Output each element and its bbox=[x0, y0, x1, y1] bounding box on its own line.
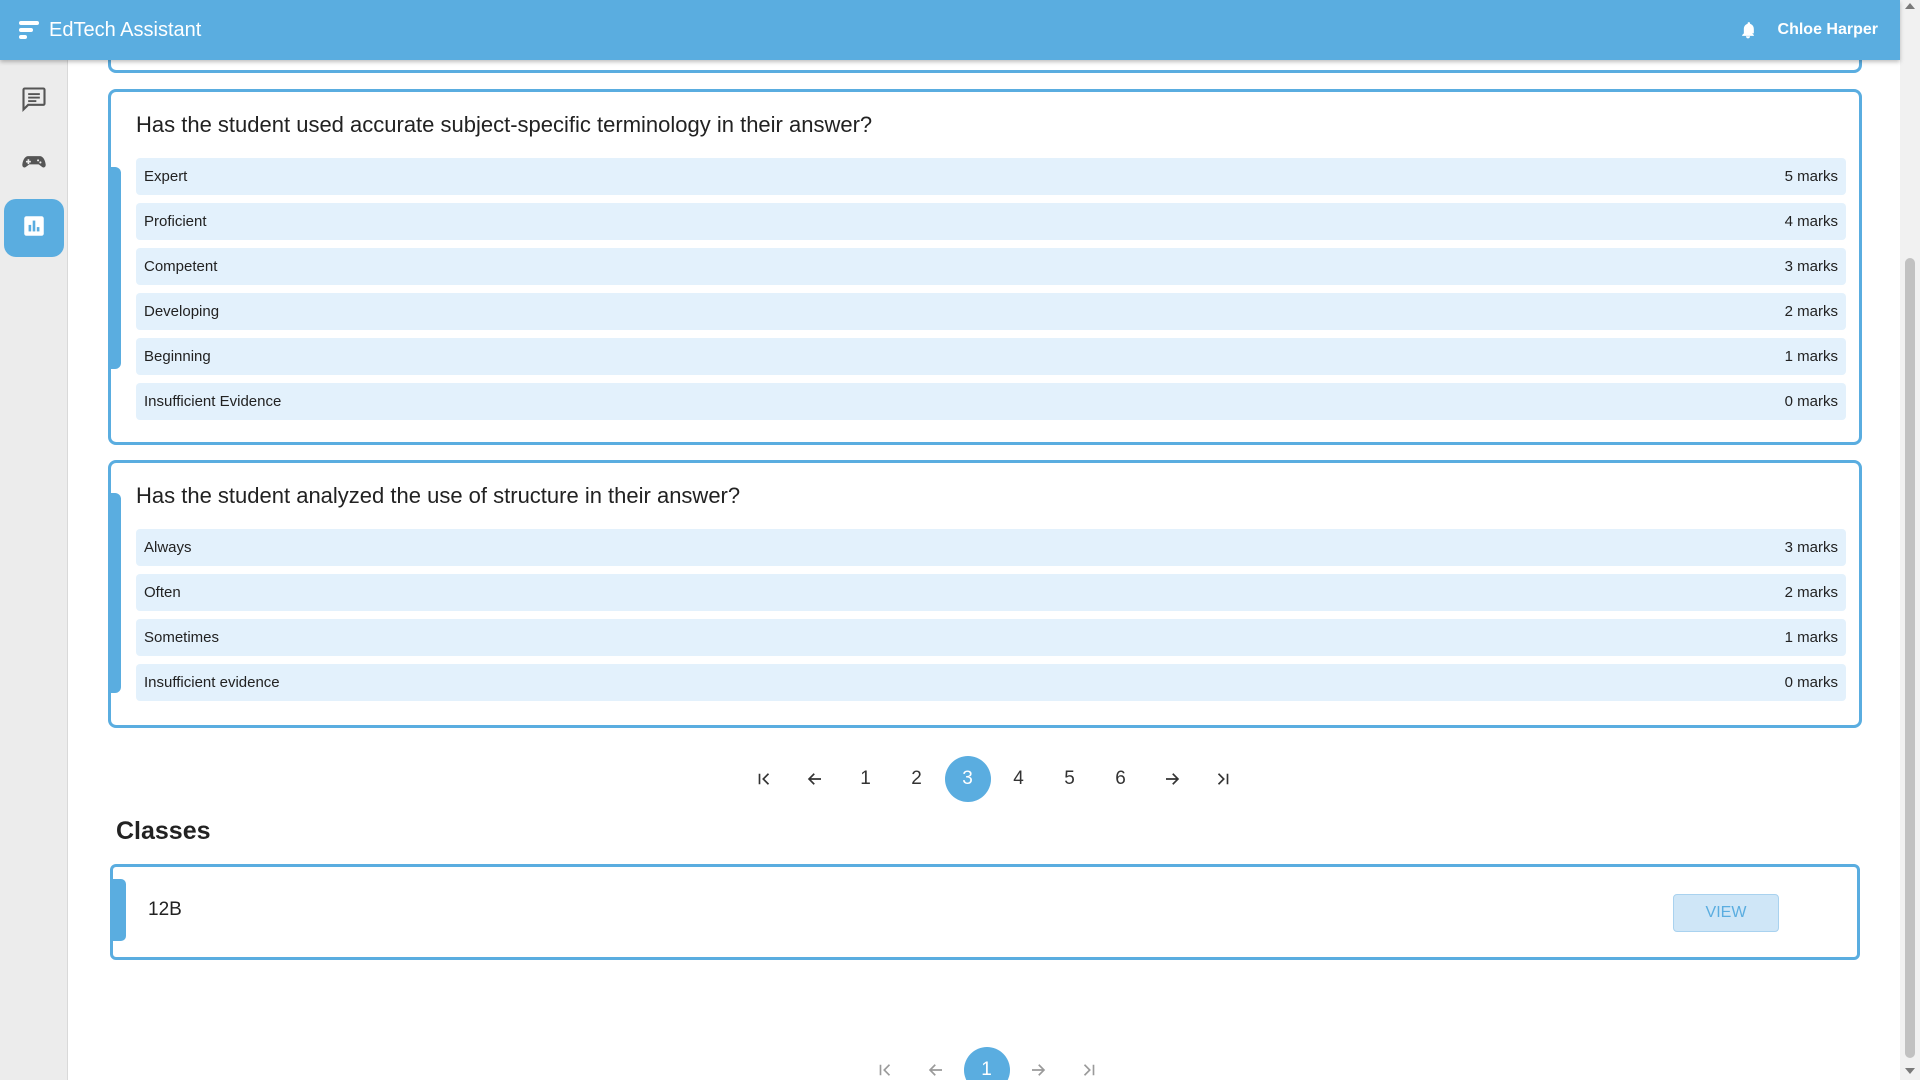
rubric-card: Has the student analyzed the use of stru… bbox=[108, 460, 1862, 728]
option-marks: 3 marks bbox=[1784, 539, 1838, 556]
rubric-option[interactable]: Always 3 marks bbox=[136, 529, 1846, 566]
rubric-option[interactable]: Sometimes 1 marks bbox=[136, 619, 1846, 656]
current-page-button[interactable]: 3 bbox=[944, 756, 991, 802]
option-label: Beginning bbox=[144, 348, 211, 365]
class-card: 12B VIEW bbox=[110, 864, 1860, 960]
page-button[interactable]: 1 bbox=[843, 756, 889, 802]
option-label: Competent bbox=[144, 258, 218, 275]
rubric-option[interactable]: Often 2 marks bbox=[136, 574, 1846, 611]
first-page-icon[interactable] bbox=[862, 1047, 908, 1080]
user-name[interactable]: Chloe Harper bbox=[1778, 21, 1878, 39]
view-class-button[interactable]: VIEW bbox=[1673, 894, 1779, 932]
option-label: Sometimes bbox=[144, 629, 220, 646]
rubric-card-previous bbox=[108, 60, 1862, 73]
scrollbar-thumb[interactable] bbox=[1905, 258, 1915, 1058]
next-page-icon[interactable] bbox=[1149, 756, 1195, 802]
option-label: Often bbox=[144, 584, 181, 601]
sidebar-nav bbox=[0, 60, 68, 1080]
rubric-option[interactable]: Developing 2 marks bbox=[136, 293, 1846, 330]
rubric-option[interactable]: Expert 5 marks bbox=[136, 158, 1846, 195]
option-marks: 4 marks bbox=[1784, 213, 1838, 230]
sidebar-item-games[interactable] bbox=[4, 135, 64, 193]
chat-icon bbox=[20, 85, 48, 118]
page-button[interactable]: 4 bbox=[996, 756, 1042, 802]
top-app-bar: EdTech Assistant Chloe Harper bbox=[0, 0, 1900, 60]
option-label: Proficient bbox=[144, 213, 207, 230]
rubric-question: Has the student used accurate subject-sp… bbox=[136, 112, 873, 137]
rubric-option[interactable]: Proficient 4 marks bbox=[136, 203, 1846, 240]
first-page-icon[interactable] bbox=[741, 756, 787, 802]
option-label: Insufficient Evidence bbox=[144, 393, 282, 410]
sidebar-item-analytics[interactable] bbox=[4, 199, 64, 257]
option-marks: 3 marks bbox=[1784, 258, 1838, 275]
vertical-scrollbar[interactable] bbox=[1900, 0, 1920, 1080]
page-button[interactable]: 6 bbox=[1098, 756, 1144, 802]
app-logo-icon bbox=[18, 19, 40, 41]
gamepad-icon bbox=[20, 148, 48, 181]
scroll-up-arrow-icon[interactable] bbox=[1905, 3, 1915, 9]
rubric-option[interactable]: Insufficient evidence 0 marks bbox=[136, 664, 1846, 701]
classes-heading: Classes bbox=[116, 817, 211, 845]
rubric-option[interactable]: Competent 3 marks bbox=[136, 248, 1846, 285]
rubric-option[interactable]: Insufficient Evidence 0 marks bbox=[136, 383, 1846, 420]
card-accent-bar bbox=[110, 167, 121, 369]
previous-page-icon[interactable] bbox=[792, 756, 838, 802]
bar-chart-icon bbox=[21, 213, 47, 244]
rubric-option[interactable]: Beginning 1 marks bbox=[136, 338, 1846, 375]
card-accent-bar bbox=[110, 493, 121, 693]
class-name: 12B bbox=[148, 899, 182, 920]
sidebar-item-chat[interactable] bbox=[4, 72, 64, 130]
card-accent-bar bbox=[112, 879, 126, 941]
last-page-icon[interactable] bbox=[1066, 1047, 1112, 1080]
last-page-icon[interactable] bbox=[1200, 756, 1246, 802]
scroll-down-arrow-icon[interactable] bbox=[1905, 1068, 1915, 1074]
option-label: Insufficient evidence bbox=[144, 674, 280, 691]
option-marks: 2 marks bbox=[1784, 584, 1838, 601]
rubric-question: Has the student analyzed the use of stru… bbox=[136, 483, 741, 508]
option-marks: 1 marks bbox=[1784, 629, 1838, 646]
option-label: Developing bbox=[144, 303, 220, 320]
option-label: Expert bbox=[144, 168, 188, 185]
main-content: Has the student used accurate subject-sp… bbox=[68, 60, 1900, 1080]
rubric-pagination: 1 2 3 4 5 6 bbox=[738, 756, 1248, 802]
notifications-bell-icon[interactable] bbox=[1738, 19, 1760, 41]
option-marks: 5 marks bbox=[1784, 168, 1838, 185]
previous-page-icon[interactable] bbox=[913, 1047, 959, 1080]
option-marks: 0 marks bbox=[1784, 393, 1838, 410]
current-page-button[interactable]: 1 bbox=[963, 1047, 1010, 1080]
page-button[interactable]: 2 bbox=[894, 756, 940, 802]
option-marks: 2 marks bbox=[1784, 303, 1838, 320]
option-marks: 0 marks bbox=[1784, 674, 1838, 691]
page-button[interactable]: 5 bbox=[1047, 756, 1093, 802]
app-title: EdTech Assistant bbox=[49, 18, 202, 41]
next-page-icon[interactable] bbox=[1015, 1047, 1061, 1080]
option-label: Always bbox=[144, 539, 192, 556]
rubric-card: Has the student used accurate subject-sp… bbox=[108, 89, 1862, 445]
option-marks: 1 marks bbox=[1784, 348, 1838, 365]
classes-pagination: 1 bbox=[859, 1047, 1114, 1080]
